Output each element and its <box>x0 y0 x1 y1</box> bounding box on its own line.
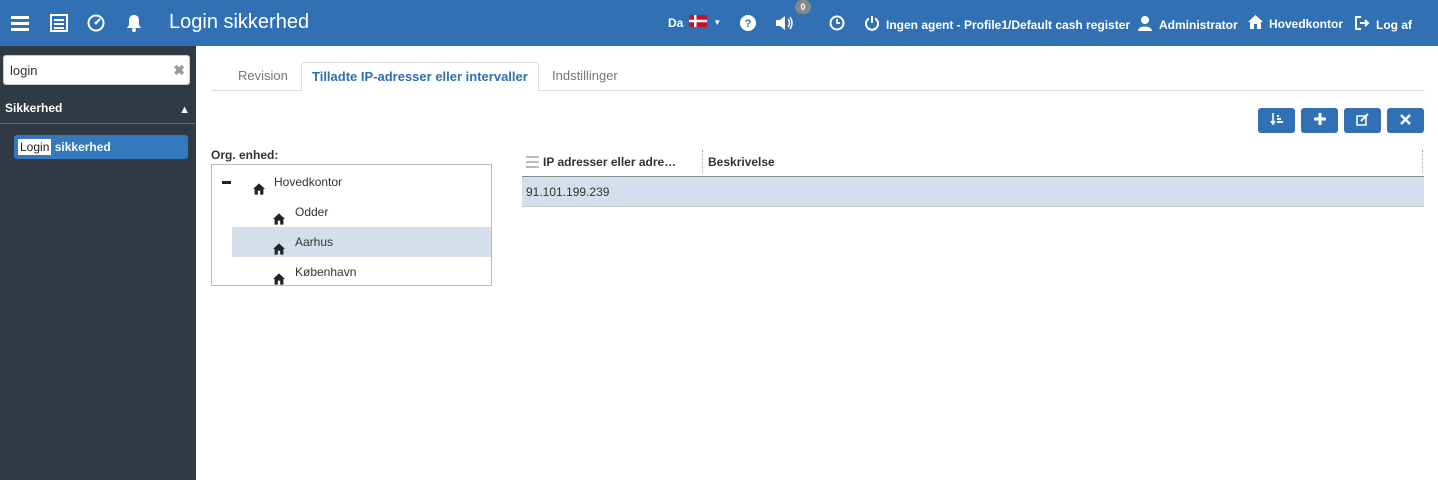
home-icon <box>273 236 285 255</box>
org-tree: Hovedkontor Odder Aarhus København <box>211 164 492 286</box>
tab-allowed-ip[interactable]: Tilladte IP-adresser eller intervaller <box>301 62 539 92</box>
sort-icon <box>1269 112 1284 129</box>
plus-icon <box>1313 113 1326 128</box>
power-icon <box>864 15 880 34</box>
sidebar-item-login-sikkerhed[interactable]: Login sikkerhed <box>14 135 188 159</box>
delete-button[interactable] <box>1387 108 1424 133</box>
language-label: Da <box>668 15 684 30</box>
column-divider[interactable] <box>702 150 703 174</box>
tree-node-aarhus[interactable]: Aarhus <box>232 227 491 257</box>
logout-icon <box>1354 15 1370 34</box>
column-menu-icon[interactable] <box>526 156 539 171</box>
user-menu[interactable]: Administrator <box>1137 15 1238 34</box>
tree-node-odder[interactable]: Odder <box>232 197 491 227</box>
search-input[interactable] <box>4 56 164 84</box>
tree-node-label: Odder <box>295 205 329 219</box>
search-highlight: Login <box>18 139 52 155</box>
search-box: ✖ <box>3 55 190 85</box>
section-label: Sikkerhed <box>5 101 63 115</box>
close-icon <box>1400 113 1411 128</box>
edit-button[interactable] <box>1344 108 1381 133</box>
logout-button[interactable]: Log af <box>1354 15 1412 34</box>
column-header-ip[interactable]: IP adresser eller adre… <box>543 147 676 177</box>
home-icon <box>253 176 265 195</box>
chevron-down-icon: ▼ <box>713 18 722 27</box>
sort-button[interactable] <box>1258 108 1295 133</box>
speaker-icon[interactable] <box>775 13 795 33</box>
tree-node-label: Aarhus <box>295 235 334 249</box>
cell-ip: 91.101.199.239 <box>526 185 610 199</box>
tab-revision[interactable]: Revision <box>228 62 298 91</box>
location-label: Hovedkontor <box>1269 16 1344 31</box>
tab-bar: Revision Tilladte IP-adresser eller inte… <box>211 62 1425 92</box>
notification-badge: 0 <box>795 0 811 14</box>
bell-icon[interactable] <box>124 13 144 33</box>
location-menu[interactable]: Hovedkontor <box>1248 15 1343 32</box>
agent-selector[interactable]: Ingen agent - Profile1/Default cash regi… <box>864 15 1130 34</box>
ip-grid: IP adresser eller adre… Beskrivelse 91.1… <box>522 147 1424 207</box>
home-icon <box>273 266 285 285</box>
tree-node-label: København <box>295 265 357 279</box>
sidebar: ✖ Sikkerhed ▲ Login sikkerhed <box>0 46 196 480</box>
page-title: Login sikkerhed <box>169 11 310 33</box>
sidebar-item-label: sikkerhed <box>51 140 111 154</box>
tree-node-hovedkontor[interactable]: Hovedkontor <box>232 167 491 197</box>
collapse-caret-icon: ▲ <box>179 104 190 116</box>
top-bar: Login sikkerhed Da ▼ ? 0 Ingen agent - P… <box>0 0 1438 46</box>
menu-icon[interactable] <box>10 13 30 33</box>
grid-header: IP adresser eller adre… Beskrivelse <box>522 147 1424 177</box>
user-label: Administrator <box>1159 17 1238 32</box>
home-icon <box>1248 15 1263 32</box>
user-icon <box>1137 15 1153 34</box>
column-header-description[interactable]: Beskrivelse <box>708 147 775 177</box>
clear-search-icon[interactable]: ✖ <box>173 62 185 79</box>
language-selector[interactable]: Da ▼ <box>668 15 721 30</box>
edit-icon <box>1356 112 1369 129</box>
agent-label: Ingen agent - Profile1/Default cash regi… <box>886 17 1131 32</box>
svg-text:?: ? <box>745 18 752 30</box>
column-divider[interactable] <box>1422 150 1423 174</box>
logout-label: Log af <box>1376 17 1412 32</box>
clock-icon[interactable] <box>827 13 847 33</box>
table-row[interactable]: 91.101.199.239 <box>522 177 1424 207</box>
help-icon[interactable]: ? <box>738 13 758 33</box>
tree-node-label: Hovedkontor <box>274 175 343 189</box>
org-unit-label: Org. enhed: <box>211 148 279 162</box>
list-icon[interactable] <box>49 13 69 33</box>
tree-node-kobenhavn[interactable]: København <box>232 257 491 287</box>
danish-flag-icon <box>689 15 708 30</box>
collapse-minus-icon[interactable] <box>222 181 231 184</box>
dashboard-icon[interactable] <box>86 13 106 33</box>
add-button[interactable] <box>1301 108 1338 133</box>
home-icon <box>273 206 285 225</box>
tab-settings[interactable]: Indstillinger <box>542 62 628 91</box>
sidebar-section-sikkerhed[interactable]: Sikkerhed ▲ <box>0 98 196 124</box>
